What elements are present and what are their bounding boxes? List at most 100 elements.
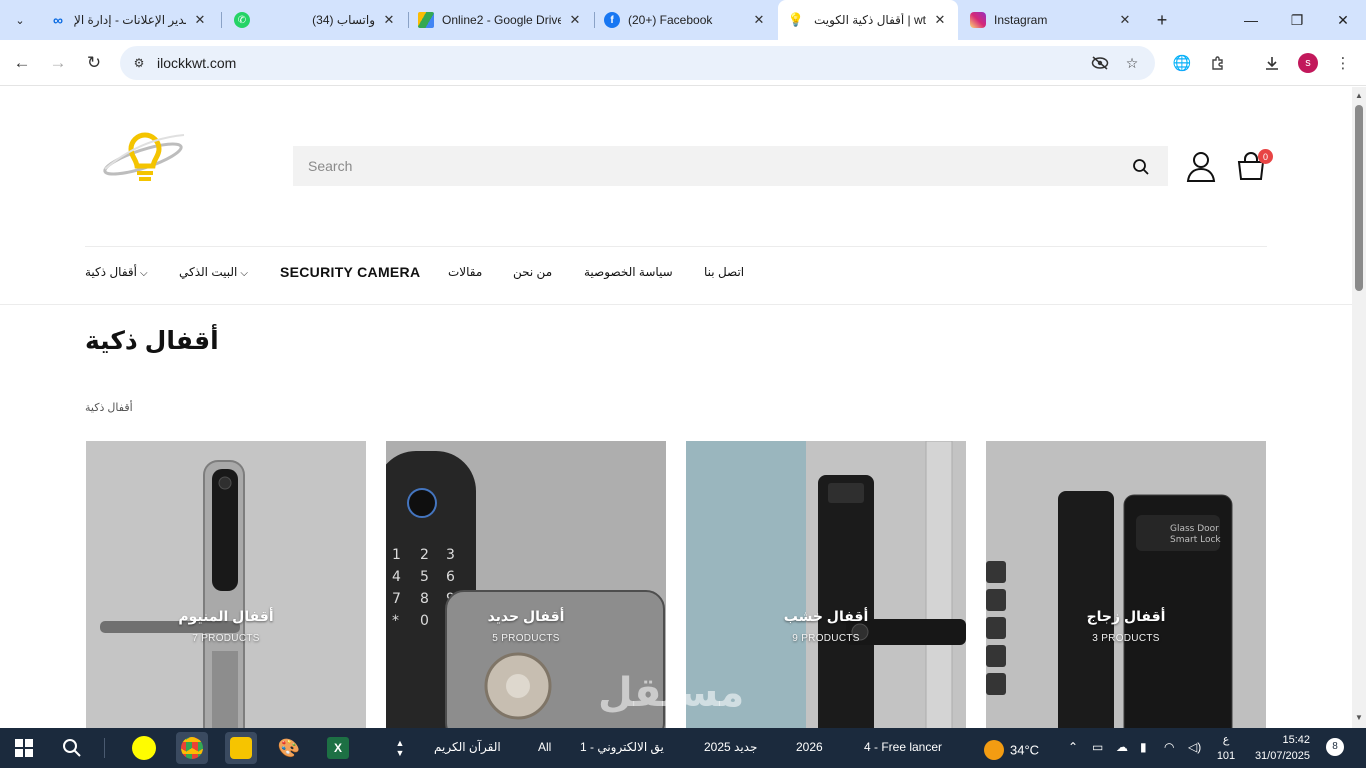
volume-icon[interactable]: ◁) [1188,740,1201,754]
chevron-up-icon[interactable]: ⌃ [1068,740,1078,754]
instagram-icon [970,12,986,28]
chrome-icon [181,737,203,759]
wifi-icon[interactable]: ◠ [1164,740,1174,754]
category-card-glass[interactable]: Glass Door Smart Lock أقفال زجاج 3 PRODUC… [986,441,1266,728]
scrollbar-thumb[interactable] [1355,105,1363,291]
reload-button[interactable]: ↻ [80,49,108,77]
category-name: أقفال زجاج [1086,608,1166,624]
menu-item-contact[interactable]: اتصل بنا [704,265,744,279]
tab-whatsapp[interactable]: ✆ (34) واتساب ✕ [224,6,407,34]
url-text[interactable]: ilockkwt.com [157,55,236,71]
chevron-down-icon: ▼ [395,748,405,758]
close-icon[interactable]: ✕ [192,12,208,28]
ilock-logo[interactable] [100,129,186,205]
tab-ilockkwt[interactable]: 💡 أقفال ذكية الكويت | wt ✕ [778,0,958,40]
star-icon[interactable]: ☆ [1122,53,1142,73]
battery-icon[interactable]: ▮ [1140,740,1147,754]
download-icon[interactable] [1261,52,1283,74]
menu-item-smart-locks[interactable]: أقفال ذكية ⌵ [85,265,148,279]
taskbar-link-all[interactable]: All [538,740,551,754]
profile-avatar[interactable]: s [1298,53,1318,73]
taskbar-chrome[interactable] [176,732,208,764]
close-icon[interactable]: ✕ [567,12,583,28]
menu-item-privacy[interactable]: سياسة الخصوصية [584,265,673,279]
close-window-button[interactable]: ✕ [1320,0,1366,40]
tab-divider [221,12,222,28]
account-button[interactable] [1183,148,1219,184]
extensions-icon[interactable] [1207,52,1229,74]
arrow-left-icon: ← [13,53,31,72]
windows-taskbar: 🎨 X ▲ ▼ القرآن الكريم All 1 - يق الالكترو… [0,728,1366,768]
close-icon[interactable]: ✕ [751,12,767,28]
weather-widget[interactable]: 34°C [984,740,1039,760]
tab-facebook[interactable]: f (20+) Facebook ✕ [594,6,777,34]
menu-item-label: أقفال ذكية [85,265,137,279]
plus-icon: + [1156,9,1168,30]
taskbar-scroll-button[interactable]: ▲ ▼ [392,732,408,764]
close-icon[interactable]: ✕ [1117,12,1133,28]
taskbar-snapchat[interactable] [128,732,160,764]
meet-icon[interactable]: ▭ [1092,740,1103,754]
tab-ads-manager[interactable]: ∞ مدير الإعلانات - إدارة الإ ✕ [40,6,218,34]
address-bar[interactable]: ⚙ ilockkwt.com ☆ [120,46,1155,80]
menu-item-label: البيت الذكي [179,265,238,279]
windows-logo-icon [15,739,33,757]
menu-item-security-camera[interactable]: SECURITY CAMERA [280,264,420,280]
close-icon[interactable]: ✕ [381,12,397,28]
paint-palette-icon: 🎨 [277,737,301,758]
new-tab-button[interactable]: + [1150,8,1174,32]
chevron-down-icon: ⌵ [139,268,148,279]
page-scrollbar[interactable]: ▲ ▼ [1352,87,1366,728]
tab-google-drive[interactable]: Online2 - Google Drive ✕ [408,6,593,34]
language-code: ع [1222,734,1230,746]
windows-start-button[interactable] [8,732,40,764]
temperature-text: 34°C [1010,742,1040,758]
breadcrumb[interactable]: أقفال ذكية [85,401,133,414]
taskbar-link-1[interactable]: 1 - يق الالكتروني [580,740,664,754]
globe-icon[interactable]: 🌐 [1171,52,1193,74]
taskbar-link-freelancer[interactable]: 4 - Free lancer [864,740,942,754]
header-divider [85,246,1267,247]
taskbar-search-button[interactable] [56,732,88,764]
scroll-down-icon[interactable]: ▼ [1355,713,1363,722]
clock[interactable]: 15:42 31/07/2025 [1254,732,1310,764]
taskbar-paint[interactable]: 🎨 [273,732,305,764]
menu-item-articles[interactable]: مقالات [448,265,482,279]
search-input[interactable] [293,146,1168,186]
chevron-down-icon: ⌄ [15,14,25,27]
meta-icon: ∞ [53,12,63,28]
taskbar-notes[interactable] [225,732,257,764]
user-icon [1186,152,1216,182]
taskbar-link-quran[interactable]: القرآن الكريم [434,740,501,754]
category-name: أقفال المنيوم [178,608,274,624]
scroll-up-icon[interactable]: ▲ [1355,91,1363,100]
page-title: أقفال ذكية [85,327,219,355]
restore-button[interactable]: ❐ [1274,0,1320,40]
taskbar-link-2026[interactable]: 2026 [796,740,823,754]
language-indicator[interactable]: ع 101 [1216,732,1236,764]
close-icon[interactable]: ✕ [932,12,948,28]
main-menu: أقفال ذكية ⌵ البيت الذكي ⌵ SECURITY CAMERA… [0,259,1352,289]
taskbar-divider [104,738,105,758]
cloud-icon[interactable]: ☁ [1116,740,1128,754]
minimize-button[interactable]: — [1228,0,1274,40]
notification-center[interactable]: 8 [1326,738,1344,756]
category-card-aluminium[interactable]: أقفال المنيوم 7 PRODUCTS [86,441,366,728]
menu-divider [0,304,1352,305]
more-menu-icon[interactable]: ⋮ [1332,52,1354,74]
category-count: 7 PRODUCTS [192,633,260,644]
menu-item-about[interactable]: من نحن [513,265,552,279]
eye-off-icon[interactable] [1090,53,1110,73]
excel-icon: X [327,737,349,759]
browser-tab-strip: ⌄ ∞ مدير الإعلانات - إدارة الإ ✕ ✆ (34) … [0,0,1366,40]
taskbar-link-new-2025[interactable]: جديد 2025 [704,740,757,754]
back-button[interactable]: ← [8,49,36,77]
menu-item-smart-home[interactable]: البيت الذكي ⌵ [179,265,248,279]
taskbar-excel[interactable]: X [322,732,354,764]
facebook-icon: f [604,12,620,28]
tab-search-dropdown[interactable]: ⌄ [8,8,32,32]
tab-instagram[interactable]: Instagram ✕ [960,6,1143,34]
site-info-icon[interactable]: ⚙ [130,54,148,72]
forward-button[interactable]: → [44,49,72,77]
search-button[interactable] [1128,154,1154,180]
